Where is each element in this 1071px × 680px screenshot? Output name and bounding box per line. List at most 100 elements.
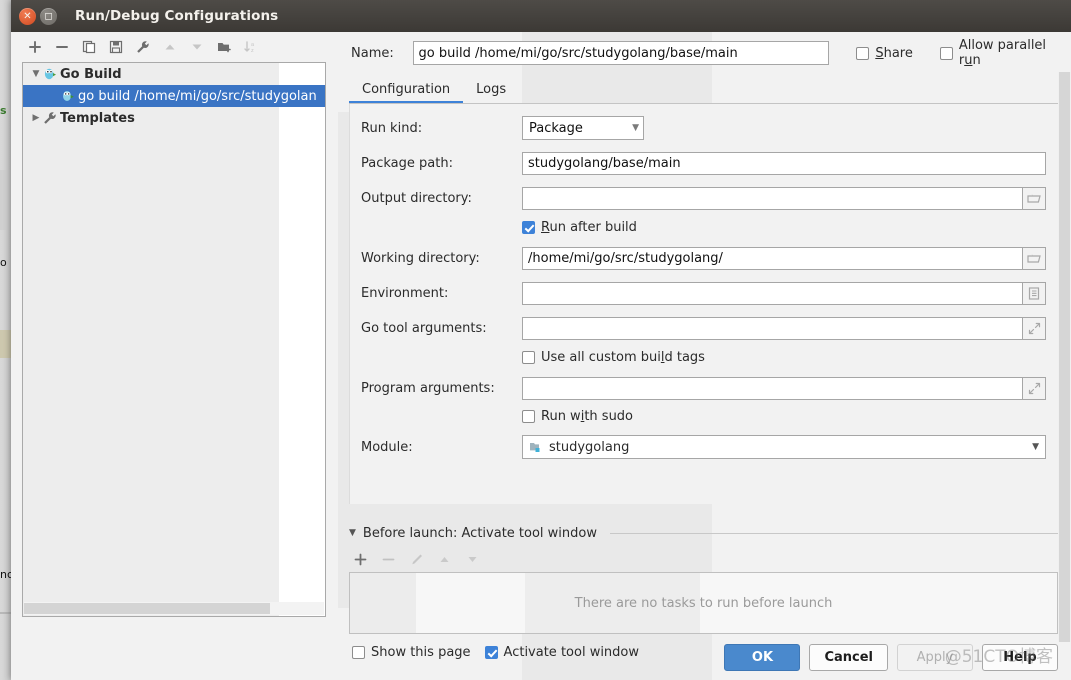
tree-node-go-build[interactable]: ▼ Go Build	[23, 63, 325, 85]
configuration-editor-pane: Name: Share Allow parallel run Configura…	[338, 32, 1071, 680]
output-directory-input[interactable]	[522, 186, 1022, 210]
arrow-up-icon[interactable]	[162, 39, 178, 55]
ok-button[interactable]: OK	[724, 643, 801, 671]
module-icon	[529, 441, 543, 454]
pencil-icon[interactable]	[408, 551, 424, 567]
window-title: Run/Debug Configurations	[75, 8, 279, 24]
save-icon[interactable]	[108, 39, 124, 55]
editor-tabs: Configuration Logs	[349, 74, 519, 104]
working-directory-label: Working directory:	[361, 250, 480, 266]
working-directory-input[interactable]	[522, 246, 1022, 270]
run-kind-dropdown[interactable]: Package ▼	[522, 116, 644, 140]
tree-shade-overlay	[23, 63, 279, 616]
tree-node-label: Go Build	[60, 66, 122, 82]
editor-vertical-scrollbar[interactable]	[1058, 72, 1071, 642]
go-gopher-icon	[43, 67, 60, 81]
program-arguments-row: Program arguments:	[350, 376, 1058, 400]
run-kind-label: Run kind:	[361, 120, 423, 136]
go-tool-arguments-label: Go tool arguments:	[361, 320, 487, 336]
expand-icon[interactable]	[1022, 316, 1046, 340]
configurations-tree[interactable]: ▼ Go Build go build /home/mi/go/src/stud…	[22, 62, 326, 617]
tree-horizontal-scrollbar[interactable]	[24, 602, 324, 615]
before-launch-title: Before launch: Activate tool window	[362, 525, 597, 541]
name-label: Name:	[351, 45, 394, 61]
folder-icon[interactable]	[1022, 186, 1046, 210]
sort-alpha-icon[interactable]: az	[243, 39, 259, 55]
editor-vertical-scrollbar-thumb[interactable]	[1059, 72, 1070, 642]
checkbox-box[interactable]	[522, 220, 535, 234]
arrow-down-icon[interactable]	[189, 39, 205, 55]
use-all-custom-build-tags-checkbox[interactable]: Use all custom build tags	[522, 347, 705, 367]
run-after-build-label: Run after build	[541, 219, 637, 235]
chevron-down-icon[interactable]: ▼	[349, 528, 356, 538]
checkbox-box[interactable]	[939, 46, 953, 60]
configuration-form: Run kind: Package ▼ Package path: Output…	[349, 104, 1058, 504]
plus-icon[interactable]	[27, 39, 43, 55]
working-directory-row: Working directory:	[350, 246, 1058, 270]
before-launch-task-list[interactable]: There are no tasks to run before launch	[349, 572, 1058, 634]
run-after-build-checkbox[interactable]: Run after build	[522, 217, 637, 237]
checkbox-box[interactable]	[522, 409, 535, 423]
checkbox-box[interactable]	[522, 350, 535, 364]
expand-icon[interactable]	[1022, 376, 1046, 400]
help-button[interactable]: Help	[982, 643, 1058, 671]
list-edit-icon[interactable]	[1022, 281, 1046, 305]
checkbox-box[interactable]	[856, 46, 870, 60]
chevron-right-icon[interactable]: ▶	[29, 113, 43, 123]
minus-icon[interactable]	[54, 39, 70, 55]
chevron-down-icon: ▼	[632, 123, 639, 133]
run-kind-row: Run kind: Package ▼	[350, 116, 1058, 140]
tab-logs[interactable]: Logs	[463, 78, 519, 104]
configurations-tree-pane: az ▼ Go Build go build /home/mi/go/src/s…	[11, 32, 338, 680]
output-directory-row: Output directory:	[350, 186, 1058, 210]
before-launch-header[interactable]: ▼ Before launch: Activate tool window	[349, 524, 1058, 542]
environment-input[interactable]	[522, 281, 1022, 305]
cancel-button[interactable]: Cancel	[809, 643, 888, 671]
svg-text:z: z	[251, 48, 254, 54]
program-arguments-input[interactable]	[522, 376, 1022, 400]
package-path-input[interactable]	[522, 151, 1046, 175]
run-kind-value: Package	[529, 120, 583, 136]
allow-parallel-run-checkbox[interactable]: Allow parallel run	[939, 38, 1071, 68]
arrow-up-icon[interactable]	[436, 551, 452, 567]
share-label: Share	[875, 45, 913, 61]
title-bar: ✕ ◻ Run/Debug Configurations	[11, 0, 1071, 32]
plus-icon[interactable]	[352, 551, 368, 567]
copy-icon[interactable]	[81, 39, 97, 55]
run-with-sudo-checkbox[interactable]: Run with sudo	[522, 406, 633, 426]
package-path-row: Package path:	[350, 151, 1058, 175]
dialog-body: az ▼ Go Build go build /home/mi/go/src/s…	[11, 32, 1071, 680]
folder-icon[interactable]	[1022, 246, 1046, 270]
before-launch-toolbar	[352, 547, 480, 571]
run-debug-configurations-dialog: ✕ ◻ Run/Debug Configurations a z ▼ Go Bu…	[11, 0, 1071, 680]
minus-icon[interactable]	[380, 551, 396, 567]
close-icon[interactable]: ✕	[19, 7, 36, 25]
tree-node-templates[interactable]: ▶ Templates	[23, 107, 325, 129]
share-checkbox[interactable]: Share	[856, 46, 913, 61]
apply-button[interactable]: Apply	[897, 643, 973, 671]
run-with-sudo-label: Run with sudo	[541, 408, 634, 424]
name-input[interactable]	[412, 41, 830, 65]
allow-parallel-run-label: Allow parallel run	[958, 38, 1047, 68]
module-row: Module: studygolang ▼	[350, 435, 1058, 459]
module-dropdown[interactable]: studygolang ▼	[522, 435, 1046, 459]
wrench-icon[interactable]	[135, 39, 151, 55]
module-label: Module:	[361, 439, 413, 455]
environment-label: Environment:	[361, 285, 449, 301]
wrench-icon	[43, 111, 60, 125]
chevron-down-icon: ▼	[1032, 442, 1039, 452]
output-directory-label: Output directory:	[361, 190, 472, 206]
use-all-custom-build-tags-label: Use all custom build tags	[541, 349, 705, 365]
tree-node-go-build-main[interactable]: go build /home/mi/go/src/studygolan	[23, 85, 325, 107]
before-launch-separator	[610, 532, 1058, 534]
tab-configuration[interactable]: Configuration	[349, 78, 464, 104]
chevron-down-icon[interactable]: ▼	[29, 69, 43, 79]
new-folder-icon[interactable]	[216, 39, 232, 55]
tree-horizontal-scrollbar-thumb[interactable]	[24, 603, 270, 614]
tree-node-label: Templates	[60, 110, 135, 126]
tree-toolbar: az	[11, 32, 338, 62]
maximize-icon[interactable]: ◻	[40, 7, 57, 25]
arrow-down-icon[interactable]	[464, 551, 480, 567]
tree-node-label: go build /home/mi/go/src/studygolan	[78, 88, 317, 104]
go-tool-arguments-input[interactable]	[522, 316, 1022, 340]
